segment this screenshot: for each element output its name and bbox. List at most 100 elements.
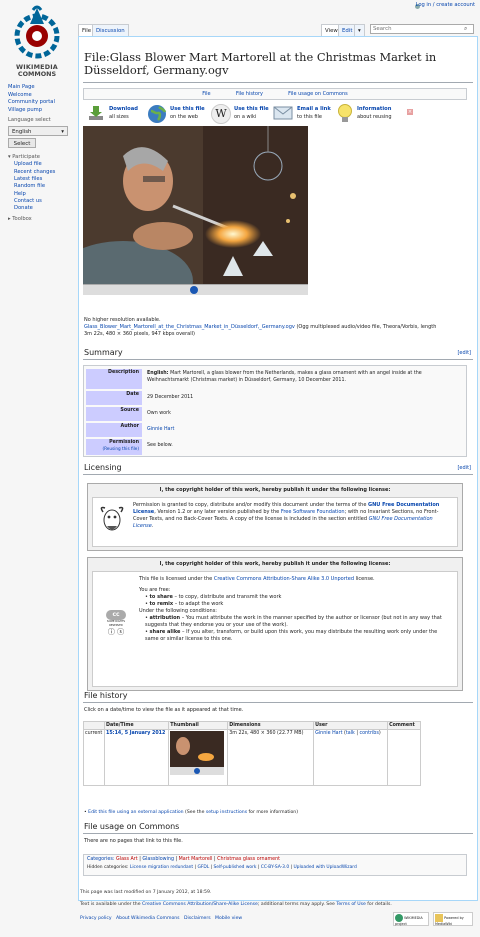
sidebar-item-contact-us[interactable]: Contact us bbox=[14, 198, 74, 205]
cc-badge-text: SOME RIGHTS RESERVED bbox=[106, 620, 126, 627]
col-dimensions: Dimensions bbox=[227, 721, 315, 730]
table-row: current 15:14, 5 January 2012 3m 22s, 48… bbox=[83, 729, 421, 786]
globe-icon bbox=[148, 105, 167, 123]
gfdl-text-4: . bbox=[151, 523, 154, 529]
action-information[interactable]: Information about reusing bbox=[337, 104, 403, 124]
video-player[interactable] bbox=[83, 126, 308, 295]
action-email-sub: to this file bbox=[297, 114, 322, 120]
category-link[interactable]: Glass Art bbox=[116, 857, 138, 862]
col-user: User bbox=[313, 721, 389, 730]
mediawiki-badge[interactable]: Powered by MediaWiki bbox=[433, 912, 473, 926]
action-information-sub: about reusing bbox=[357, 114, 392, 120]
date-label: Date bbox=[86, 391, 142, 405]
footer-mobile-link[interactable]: Mobile view bbox=[215, 916, 242, 921]
sidebar-item-community-portal[interactable]: Community portal bbox=[8, 99, 74, 107]
col-status bbox=[83, 721, 105, 730]
toc-file-usage[interactable]: File usage on Commons bbox=[288, 91, 348, 97]
action-download[interactable]: Download all sizes bbox=[87, 104, 145, 124]
cc-logo-icon: cc bbox=[106, 610, 126, 620]
footer-license-pre: Text is available under the bbox=[80, 902, 142, 907]
action-email-title: Email a link bbox=[297, 106, 331, 112]
footer-privacy-link[interactable]: Privacy policy bbox=[80, 916, 112, 921]
footer-about-link[interactable]: About Wikimedia Commons bbox=[116, 916, 180, 921]
action-bar: Download all sizes Use this file on the … bbox=[87, 104, 417, 126]
login-link[interactable]: Log in / create account bbox=[416, 2, 475, 8]
source-value: Own work bbox=[147, 411, 171, 416]
footer-links: Privacy policy About Wikimedia Commons D… bbox=[80, 916, 242, 921]
hidden-category-link[interactable]: CC-BY-SA-3.0 bbox=[261, 865, 289, 870]
hidden-category-link[interactable]: License migration redundant bbox=[130, 865, 193, 870]
action-use-web-sub: on the web bbox=[170, 114, 198, 120]
participate-list: Upload file Recent changes Latest files … bbox=[8, 161, 74, 212]
sidebar-item-random-file[interactable]: Random file bbox=[14, 183, 74, 190]
category-link[interactable]: Glassblowing bbox=[142, 857, 174, 862]
language-dropdown[interactable]: English ▾ bbox=[8, 126, 68, 137]
summary-edit-link[interactable]: [edit] bbox=[457, 350, 471, 356]
hidden-category-link[interactable]: Uploaded with UploadWizard bbox=[293, 865, 356, 870]
action-download-sub: all sizes bbox=[109, 114, 129, 120]
language-dropdown-value: English bbox=[12, 129, 32, 136]
row-contribs-link[interactable]: contribs bbox=[359, 731, 378, 736]
toc-file-history[interactable]: File history bbox=[236, 91, 263, 97]
row-thumbnail[interactable] bbox=[168, 729, 229, 786]
col-datetime: Date/Time bbox=[103, 721, 170, 730]
fsf-link[interactable]: Free Software Foundation bbox=[281, 509, 345, 515]
toc-file[interactable]: File bbox=[202, 91, 210, 97]
setup-instructions-link[interactable]: setup instructions bbox=[206, 810, 247, 815]
play-icon[interactable] bbox=[190, 286, 198, 294]
licensing-heading: Licensing bbox=[84, 463, 122, 472]
commons-logo-icon bbox=[14, 5, 60, 59]
wikimedia-project-badge[interactable]: WIKIMEDIA project bbox=[393, 912, 429, 926]
wikimedia-icon bbox=[395, 914, 403, 922]
row-datetime-link[interactable]: 15:14, 5 January 2012 bbox=[106, 731, 165, 736]
gfdl-body: Permission is granted to copy, distribut… bbox=[92, 497, 458, 547]
sidebar-item-welcome[interactable]: Welcome bbox=[8, 92, 74, 100]
hidden-category-link[interactable]: GFDL bbox=[197, 865, 209, 870]
action-email[interactable]: Email a link to this file bbox=[273, 104, 335, 124]
commons-logo[interactable]: WIKIMEDIA COMMONS bbox=[6, 4, 68, 78]
author-link[interactable]: Ginnie Hart bbox=[144, 426, 177, 433]
external-post: for more information) bbox=[247, 810, 298, 815]
file-info: Glass_Blower_Mart_Martorell_at_the_Chris… bbox=[84, 324, 474, 338]
action-use-wiki[interactable]: W Use this file on a wiki bbox=[211, 104, 271, 124]
category-link[interactable]: Christmas glass ornament bbox=[217, 857, 280, 862]
sidebar-nav: Main Page Welcome Community portal Villa… bbox=[8, 84, 74, 114]
sidebar-item-main-page[interactable]: Main Page bbox=[8, 84, 74, 92]
cc-license-box: I, the copyright holder of this work, he… bbox=[87, 557, 463, 691]
footer-terms-link[interactable]: Terms of Use bbox=[336, 902, 365, 907]
close-icon[interactable]: × bbox=[407, 109, 413, 115]
video-controls bbox=[83, 284, 308, 295]
footer-license-post: for details. bbox=[365, 902, 392, 907]
participate-heading[interactable]: ▾ Participate bbox=[8, 154, 74, 161]
file-usage-text: There are no pages that link to this fil… bbox=[84, 838, 183, 844]
footer-license-link[interactable]: Creative Commons Attribution/Share-Alike… bbox=[142, 902, 258, 907]
action-download-title: Download bbox=[109, 106, 138, 112]
categories-label[interactable]: Categories: bbox=[87, 857, 114, 862]
external-editor-link[interactable]: Edit this file using an external applica… bbox=[88, 810, 183, 815]
reusing-link[interactable]: (Reusing this file) bbox=[102, 446, 139, 451]
action-use-web[interactable]: Use this file on the web bbox=[147, 104, 209, 124]
row-talk-link[interactable]: talk bbox=[346, 731, 355, 736]
sidebar-item-recent-changes[interactable]: Recent changes bbox=[14, 169, 74, 176]
toolbox-heading[interactable]: ▸ Toolbox bbox=[8, 216, 74, 223]
search-input[interactable] bbox=[370, 24, 474, 34]
footer-disclaimers-link[interactable]: Disclaimers bbox=[184, 916, 211, 921]
hidden-category-link[interactable]: Self-published work bbox=[213, 865, 256, 870]
file-link[interactable]: Glass_Blower_Mart_Martorell_at_the_Chris… bbox=[84, 324, 295, 330]
share-label: to share bbox=[149, 594, 173, 600]
cc-link[interactable]: Creative Commons Attribution-Share Alike… bbox=[214, 576, 354, 582]
language-select-button[interactable]: Select bbox=[8, 138, 36, 149]
row-user-link[interactable]: Ginnie Hart bbox=[315, 731, 342, 736]
sidebar-item-latest-files[interactable]: Latest files bbox=[14, 176, 74, 183]
external-editor: • Edit this file using an external appli… bbox=[84, 809, 298, 816]
category-link[interactable]: Mart Martorell bbox=[179, 857, 213, 862]
tab-discussion[interactable]: Discussion bbox=[92, 24, 129, 36]
search-icon[interactable]: ⌕ bbox=[464, 25, 467, 33]
licensing-edit-link[interactable]: [edit] bbox=[457, 465, 471, 471]
sidebar-item-upload-file[interactable]: Upload file bbox=[14, 161, 74, 168]
sidebar-item-donate[interactable]: Donate bbox=[14, 205, 74, 212]
tab-more[interactable]: ▾ bbox=[354, 24, 365, 36]
sidebar-item-help[interactable]: Help bbox=[14, 191, 74, 198]
sidebar-item-village-pump[interactable]: Village pump bbox=[8, 107, 74, 115]
summary-heading: Summary bbox=[84, 348, 123, 357]
